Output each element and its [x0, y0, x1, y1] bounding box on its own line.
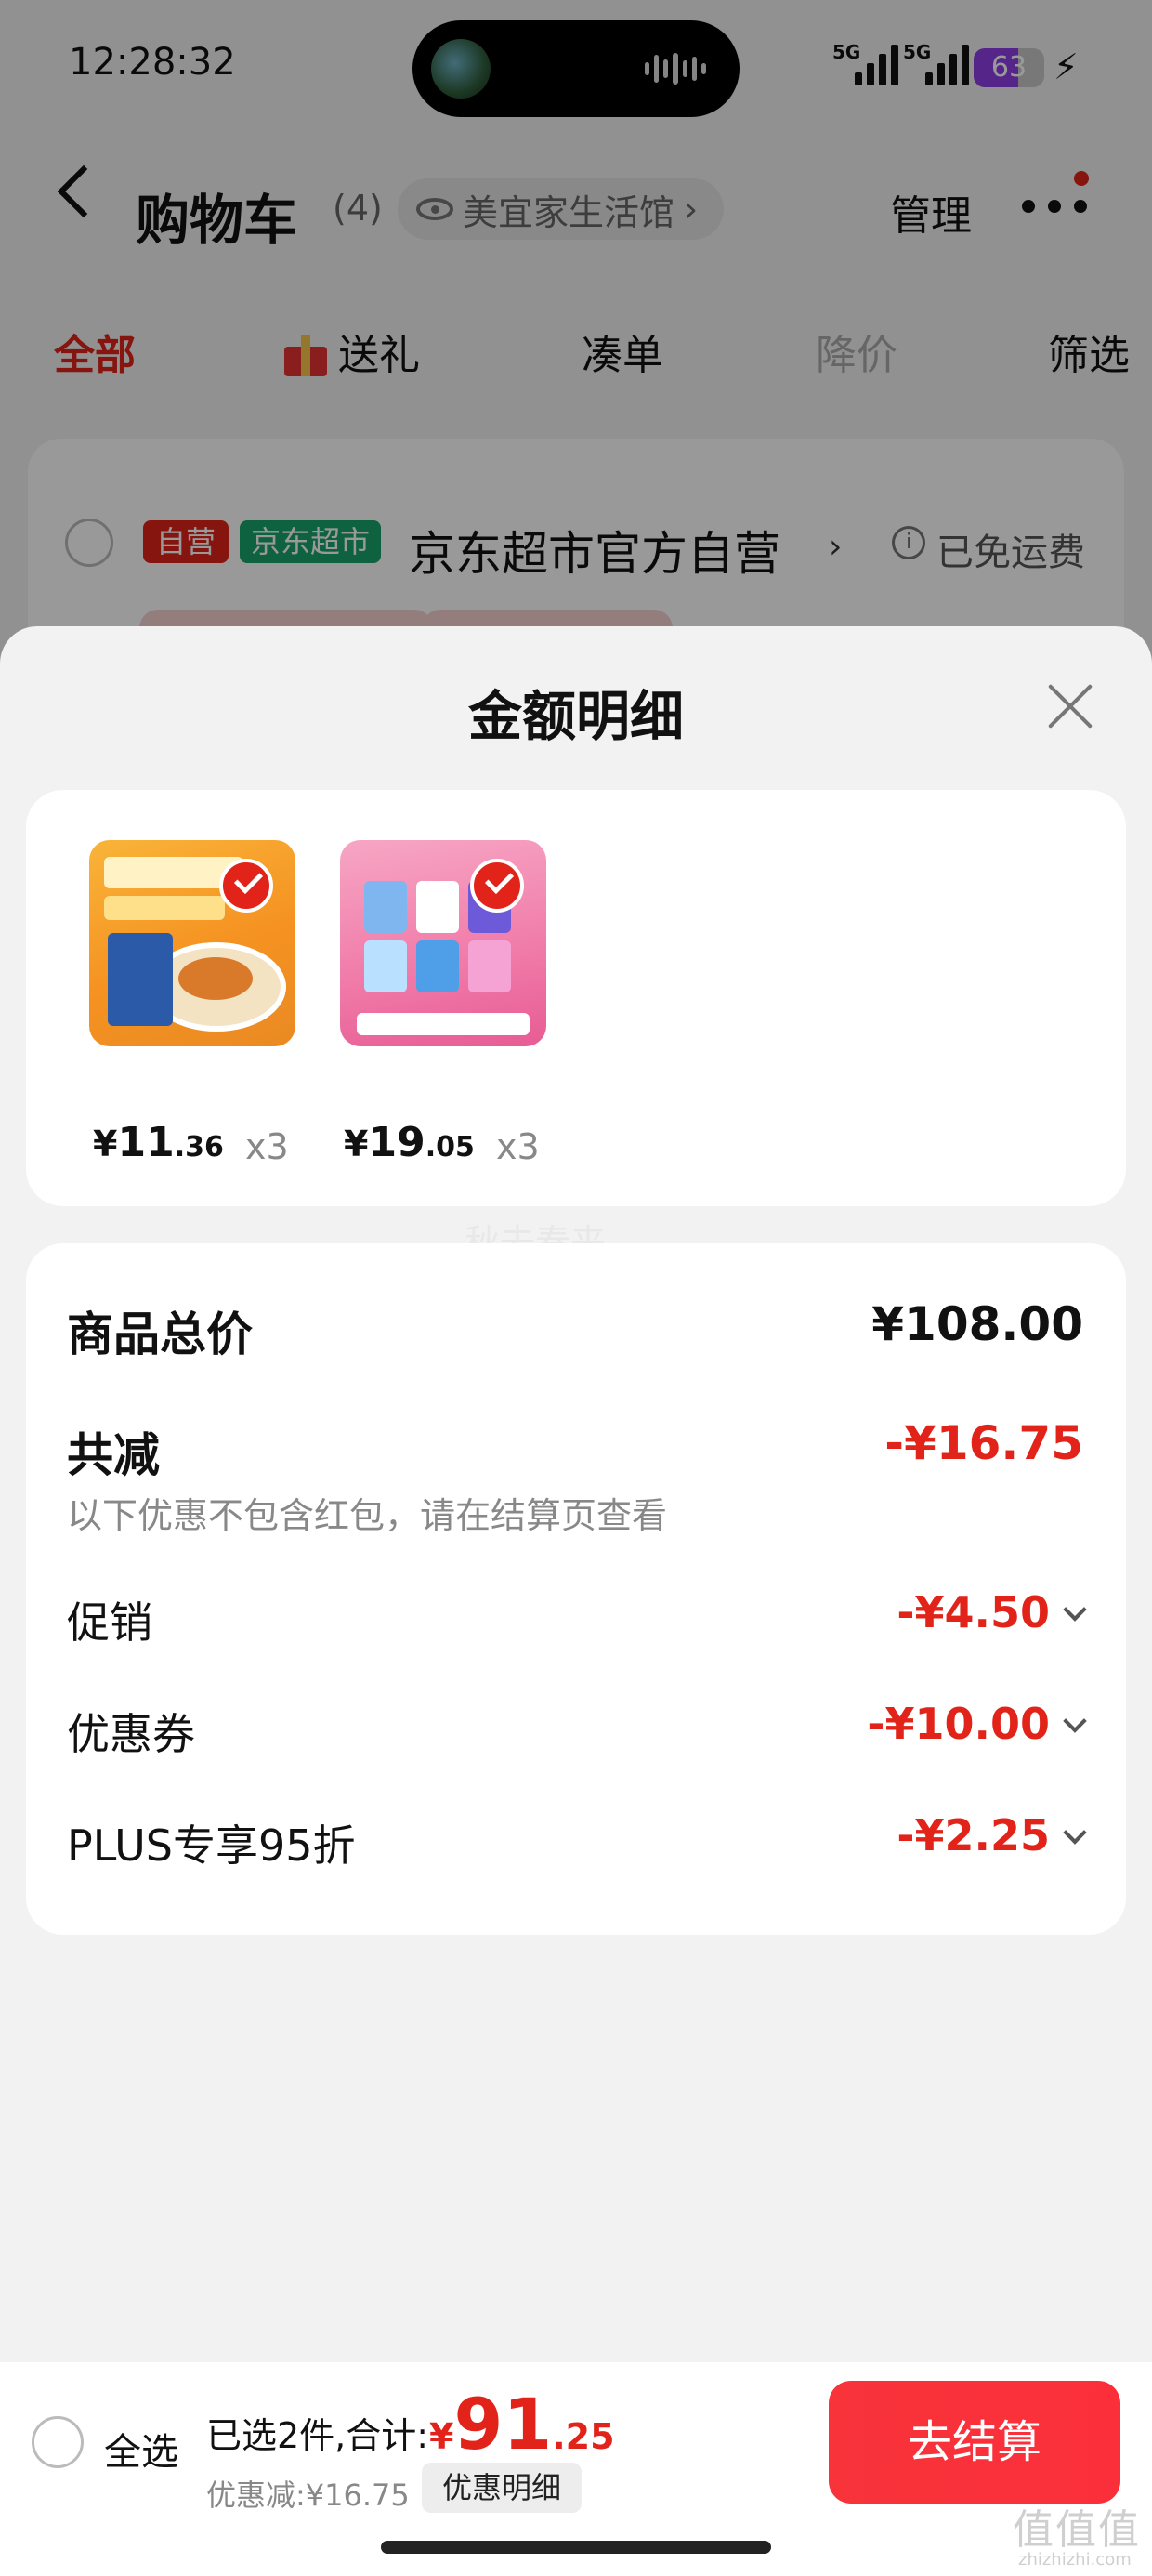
discount-value: -¥4.50 [897, 1587, 1087, 1637]
total-reduce-label: 共减 [67, 1428, 160, 1482]
chevron-down-icon [1063, 1597, 1087, 1622]
discount-value: -¥10.00 [867, 1699, 1087, 1749]
discount-note: 以下优惠不包含红包，请在结算页查看 [67, 1495, 668, 1536]
chevron-down-icon [1063, 1820, 1087, 1845]
total-price-label: 商品总价 [67, 1308, 253, 1361]
discount-summary: 优惠减:¥16.75 [206, 2477, 410, 2513]
checkmark-icon [219, 859, 273, 913]
product-quantity: x3 [496, 1126, 540, 1167]
total-amount: ¥91.25 [429, 2383, 615, 2465]
amount-detail-sheet: 金额明细 ¥11.36 x3 ¥19.05 x3 秋去春来 商品总价 ¥108.… [0, 626, 1152, 2362]
discount-label: 优惠券 [67, 1709, 195, 1759]
product-price: ¥11.36 [93, 1119, 224, 1166]
checkmark-icon [470, 859, 524, 913]
sheet-title: 金额明细 [467, 685, 684, 748]
discount-value: -¥2.25 [897, 1810, 1087, 1860]
price-summary-card: 商品总价 ¥108.00 共减 -¥16.75 以下优惠不包含红包，请在结算页查… [26, 1243, 1126, 1935]
chevron-down-icon [1063, 1709, 1087, 1733]
discount-detail-button[interactable]: 优惠明细 [422, 2463, 583, 2513]
total-reduce-value: -¥16.75 [884, 1416, 1083, 1470]
close-icon[interactable] [1041, 677, 1100, 736]
corner-watermark-site: zhizhizhi.com [1018, 2550, 1132, 2569]
product-quantity: x3 [245, 1126, 289, 1167]
corner-watermark-logo: 值值值 [1013, 2506, 1141, 2554]
selected-products-card: ¥11.36 x3 ¥19.05 x3 [26, 790, 1126, 1206]
selected-summary: 已选2件,合计: [206, 2415, 429, 2456]
discount-label: PLUS专享95折 [67, 1820, 356, 1871]
checkout-button[interactable]: 去结算 [829, 2381, 1120, 2504]
total-price-value: ¥108.00 [871, 1297, 1083, 1351]
discount-label: 促销 [67, 1597, 152, 1648]
select-all-radio[interactable] [32, 2416, 84, 2468]
product-price: ¥19.05 [344, 1119, 475, 1166]
select-all-label[interactable]: 全选 [104, 2422, 178, 2476]
home-indicator[interactable] [381, 2541, 771, 2554]
